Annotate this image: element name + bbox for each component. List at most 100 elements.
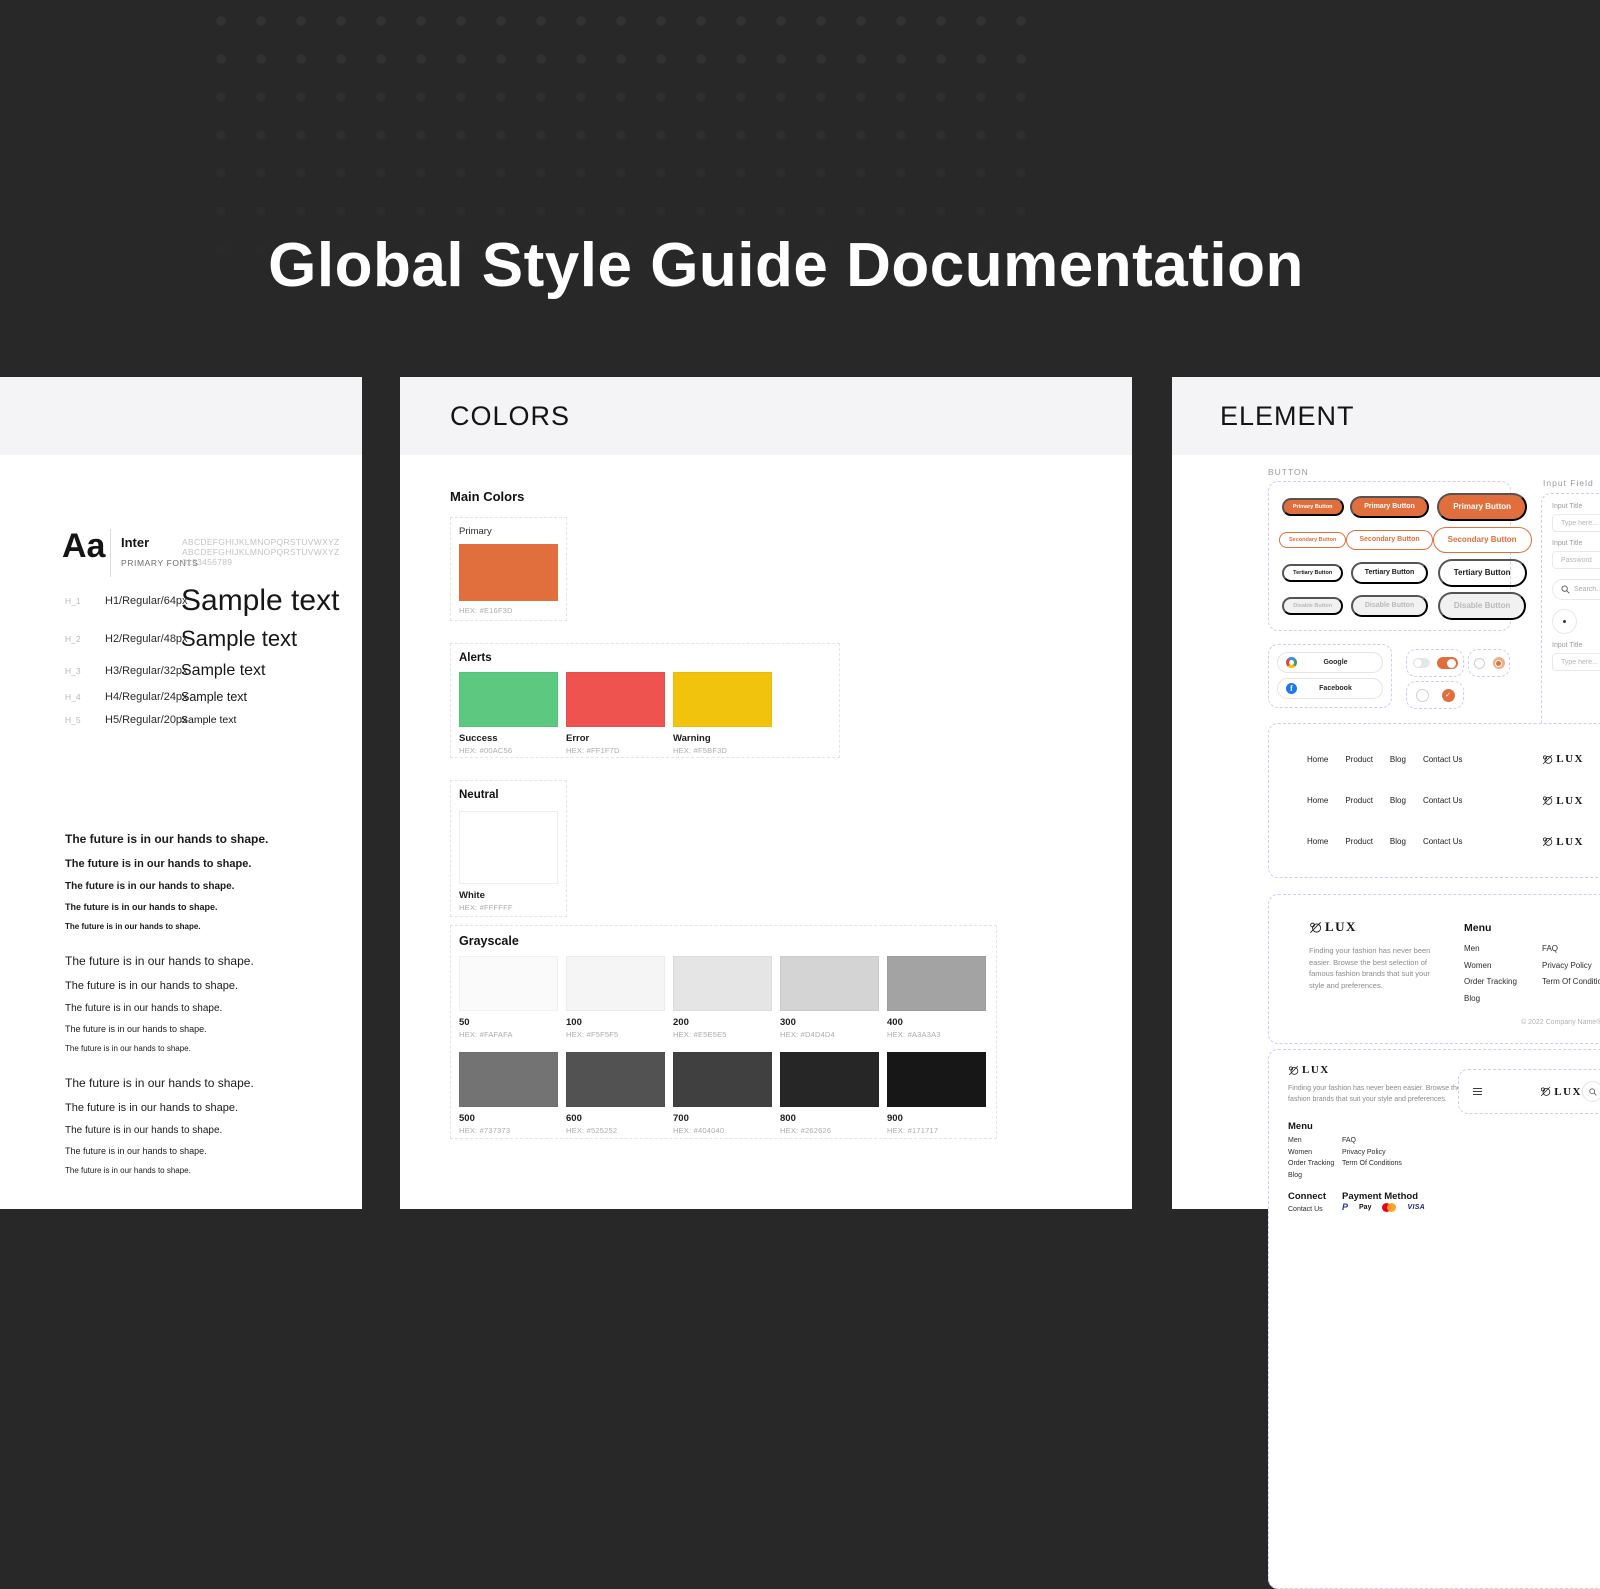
heading-ref: H_2	[65, 634, 105, 644]
grayscale-cell: 100 HEX: #F5F5F5	[566, 956, 665, 1039]
search-icon	[1589, 1088, 1597, 1096]
lux-brand[interactable]: LUX	[1288, 1064, 1330, 1076]
alerts-label: Alerts	[459, 652, 831, 664]
footer-link-faq[interactable]: FAQ	[1542, 944, 1600, 953]
footer-link-men[interactable]: Men	[1288, 1137, 1334, 1144]
lux-brand[interactable]: LUX	[1542, 795, 1584, 807]
grayscale-row-1: 50 HEX: #FAFAFA 100 HEX: #F5F5F5 200 HEX…	[459, 956, 988, 1039]
facebook-signin-button[interactable]: f Facebook	[1277, 678, 1383, 699]
disable-button-medium[interactable]: Disable Button	[1351, 595, 1428, 617]
stepper-circle[interactable]	[1552, 609, 1577, 634]
lux-logo-icon	[1309, 921, 1322, 934]
heading-spec-row: H_4 H4/Regular/24px Sample text	[65, 688, 247, 705]
alerts-swatch-row: Success HEX: #00AC56 Error HEX: #FF1F7D …	[459, 672, 831, 755]
heading-spec-row: H_5 H5/Regular/20px Sample text	[65, 713, 236, 727]
search-button[interactable]	[1582, 1081, 1600, 1102]
google-label: Google	[1297, 659, 1374, 666]
typography-panel-header	[0, 377, 362, 455]
toggle-off[interactable]	[1413, 658, 1430, 668]
input-title-label: Input Title	[1552, 642, 1600, 649]
grayscale-hex: HEX: #737373	[459, 1126, 558, 1135]
nav-link-home[interactable]: Home	[1307, 755, 1328, 764]
tertiary-button-small[interactable]: Tertiary Button	[1282, 564, 1343, 582]
footer-menu-title: Menu	[1288, 1121, 1313, 1132]
primary-button-small[interactable]: Primary Button	[1282, 498, 1344, 516]
apple-pay-icon: Pay	[1359, 1204, 1371, 1211]
lux-brand[interactable]: LUX	[1542, 836, 1584, 848]
white-hex: HEX: #FFFFFF	[459, 903, 558, 912]
hamburger-menu-icon[interactable]	[1473, 1088, 1482, 1095]
primary-button-large[interactable]: Primary Button	[1437, 493, 1527, 521]
primary-hex: HEX: #E16F3D	[459, 606, 558, 615]
paragraph-line: The future is in our hands to shape.	[65, 1102, 355, 1114]
primary-button-medium[interactable]: Primary Button	[1350, 496, 1429, 518]
footer-link-faq[interactable]: FAQ	[1342, 1137, 1402, 1144]
disable-button-small[interactable]: Disable Button	[1282, 597, 1343, 615]
footer-menu-col1: Men Women Order Tracking Blog	[1288, 1137, 1334, 1183]
page-title: Global Style Guide Documentation	[0, 230, 1572, 301]
nav-link-product[interactable]: Product	[1345, 837, 1373, 846]
lux-brand[interactable]: LUX	[1540, 1086, 1582, 1098]
footer-link-privacy[interactable]: Privacy Policy	[1542, 961, 1600, 970]
secondary-button-large[interactable]: Secondary Button	[1433, 527, 1532, 553]
disable-button-large[interactable]: Disable Button	[1438, 592, 1526, 620]
nav-link-contact[interactable]: Contact Us	[1423, 755, 1463, 764]
footer-link-blog[interactable]: Blog	[1288, 1172, 1334, 1179]
lux-wordmark: LUX	[1556, 753, 1584, 765]
paragraph-sample-group-bold: The future is in our hands to shape. The…	[65, 832, 355, 931]
nav-link-contact[interactable]: Contact Us	[1423, 796, 1463, 805]
radio-unchecked[interactable]	[1474, 658, 1485, 669]
footer-menu-col1: Men Women Order Tracking Blog	[1464, 944, 1517, 1010]
nav-link-blog[interactable]: Blog	[1390, 796, 1406, 805]
grayscale-cell: 600 HEX: #525252	[566, 1052, 665, 1135]
footer-link-blog[interactable]: Blog	[1464, 994, 1517, 1003]
check-unchecked[interactable]	[1416, 689, 1429, 702]
grayscale-cell: 700 HEX: #404040	[673, 1052, 772, 1135]
grayscale-swatch	[566, 1052, 665, 1107]
nav-link-product[interactable]: Product	[1345, 755, 1373, 764]
check-checked-icon[interactable]	[1442, 689, 1455, 702]
footer-link-women[interactable]: Women	[1288, 1149, 1334, 1156]
tertiary-button-large[interactable]: Tertiary Button	[1438, 559, 1527, 587]
lux-brand[interactable]: LUX	[1542, 753, 1584, 765]
nav-link-blog[interactable]: Blog	[1390, 755, 1406, 764]
password-input[interactable]	[1552, 551, 1600, 569]
nav-link-blog[interactable]: Blog	[1390, 837, 1406, 846]
heading-spec: H4/Regular/24px	[105, 691, 181, 703]
neutral-color-card: Neutral White HEX: #FFFFFF	[450, 780, 567, 917]
nav-link-home[interactable]: Home	[1307, 837, 1328, 846]
footer-link-order-tracking[interactable]: Order Tracking	[1464, 977, 1517, 986]
text-input[interactable]	[1552, 514, 1600, 532]
tertiary-button-medium[interactable]: Tertiary Button	[1351, 562, 1429, 584]
white-swatch	[459, 811, 558, 884]
lux-brand[interactable]: LUX	[1309, 919, 1357, 935]
search-input[interactable]	[1574, 586, 1600, 593]
nav-link-product[interactable]: Product	[1345, 796, 1373, 805]
google-signin-button[interactable]: Google	[1277, 652, 1383, 673]
grayscale-hex: HEX: #D4D4D4	[780, 1030, 879, 1039]
footer-link-terms[interactable]: Term Of Conditions	[1542, 977, 1600, 986]
footer-link-men[interactable]: Men	[1464, 944, 1517, 953]
text-input[interactable]	[1552, 653, 1600, 671]
footer-link-contact-us[interactable]: Contact Us	[1288, 1206, 1323, 1213]
secondary-button-small[interactable]: Secondary Button	[1279, 532, 1346, 548]
search-input-pill[interactable]	[1552, 579, 1600, 600]
footer-link-terms[interactable]: Term Of Conditions	[1342, 1160, 1402, 1167]
paragraph-sample-group-regular: The future is in our hands to shape. The…	[65, 1076, 355, 1175]
toggle-on[interactable]	[1437, 657, 1458, 669]
nav-link-home[interactable]: Home	[1307, 796, 1328, 805]
footer-description: Finding your fashion has never been easi…	[1309, 945, 1439, 991]
heading-ref: H_5	[65, 715, 105, 725]
heading-spec-row: H_3 H3/Regular/32px Sample text	[65, 660, 265, 682]
nav-link-contact[interactable]: Contact Us	[1423, 837, 1463, 846]
paragraph-line: The future is in our hands to shape.	[65, 980, 355, 992]
radio-checked[interactable]	[1493, 657, 1505, 669]
footer-link-women[interactable]: Women	[1464, 961, 1517, 970]
footer-link-privacy[interactable]: Privacy Policy	[1342, 1149, 1402, 1156]
grayscale-swatch	[780, 1052, 879, 1107]
grayscale-name: 50	[459, 1017, 558, 1028]
footer-link-order-tracking[interactable]: Order Tracking	[1288, 1160, 1334, 1167]
grayscale-hex: HEX: #F5F5F5	[566, 1030, 665, 1039]
lux-wordmark: LUX	[1325, 919, 1357, 935]
secondary-button-medium[interactable]: Secondary Button	[1346, 530, 1432, 550]
